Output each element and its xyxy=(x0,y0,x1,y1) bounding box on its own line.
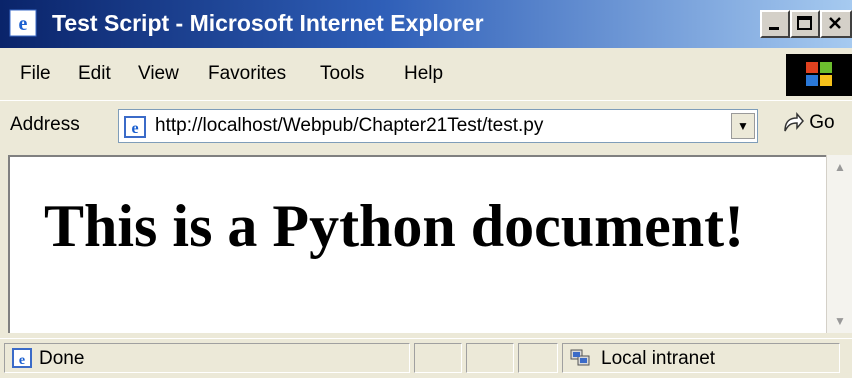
page-content: This is a Python document! xyxy=(8,155,826,333)
status-bar: e Done Local intranet xyxy=(0,338,852,378)
window-title: Test Script - Microsoft Internet Explore… xyxy=(52,10,484,36)
menu-tools[interactable]: Tools xyxy=(320,62,364,86)
address-url: http://localhost/Webpub/Chapter21Test/te… xyxy=(155,115,544,136)
title-bar[interactable]: e Test Script - Microsoft Internet Explo… xyxy=(0,0,852,48)
minimize-icon xyxy=(769,27,779,30)
address-dropdown[interactable]: ▼ xyxy=(731,113,755,139)
intranet-icon xyxy=(570,349,590,366)
address-label: Address xyxy=(10,114,80,135)
status-text: Done xyxy=(39,348,85,369)
menu-favorites[interactable]: Favorites xyxy=(208,62,286,86)
status-main-pane: e Done xyxy=(4,343,410,373)
maximize-icon xyxy=(797,16,812,30)
go-button[interactable]: Go xyxy=(780,111,835,143)
scroll-down-icon[interactable]: ▼ xyxy=(827,309,852,333)
close-icon xyxy=(829,17,841,29)
status-pane xyxy=(518,343,558,373)
maximize-button[interactable] xyxy=(790,10,820,38)
menu-bar: File Edit View Favorites Tools Help xyxy=(0,48,852,101)
go-label: Go xyxy=(809,112,835,133)
scroll-up-icon[interactable]: ▲ xyxy=(827,155,852,179)
page-heading: This is a Python document! xyxy=(44,193,745,259)
windows-logo-icon xyxy=(806,62,832,86)
minimize-button[interactable] xyxy=(760,10,790,38)
address-bar: Address e http://localhost/Webpub/Chapte… xyxy=(0,100,852,153)
menu-view[interactable]: View xyxy=(138,62,179,86)
status-pane xyxy=(466,343,514,373)
svg-text:e: e xyxy=(19,13,28,35)
address-input[interactable]: e http://localhost/Webpub/Chapter21Test/… xyxy=(118,109,758,143)
svg-text:e: e xyxy=(131,120,138,137)
close-button[interactable] xyxy=(820,10,852,38)
menu-file[interactable]: File xyxy=(20,62,51,86)
menu-help[interactable]: Help xyxy=(404,62,443,86)
status-zone-pane: Local intranet xyxy=(562,343,840,373)
vertical-scrollbar[interactable]: ▲ ▼ xyxy=(826,155,852,333)
throbber xyxy=(786,54,852,96)
browser-window: e Test Script - Microsoft Internet Explo… xyxy=(0,0,852,378)
ie-icon: e xyxy=(9,9,37,37)
svg-text:e: e xyxy=(19,353,25,368)
page-icon: e xyxy=(12,348,32,368)
page-icon: e xyxy=(124,116,146,138)
status-pane xyxy=(414,343,462,373)
go-arrow-icon xyxy=(784,111,804,132)
dropdown-arrow-icon: ▼ xyxy=(737,119,749,133)
menu-edit[interactable]: Edit xyxy=(78,62,111,86)
zone-text: Local intranet xyxy=(601,348,716,369)
